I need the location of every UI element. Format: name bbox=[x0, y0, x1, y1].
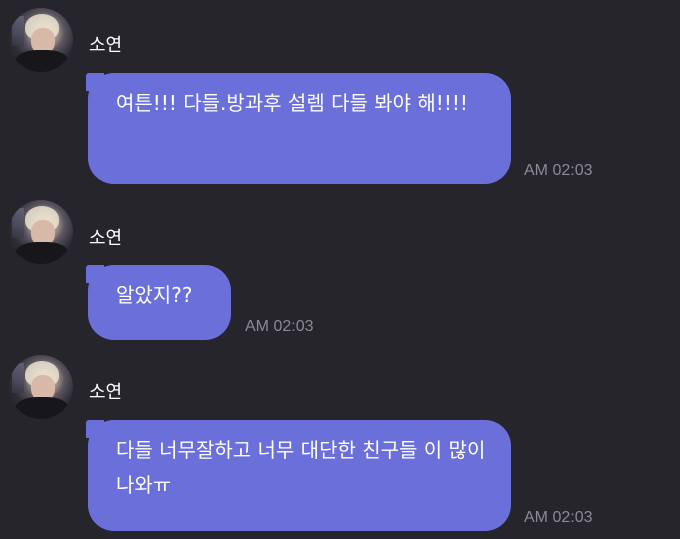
avatar[interactable] bbox=[9, 8, 73, 72]
avatar[interactable] bbox=[9, 200, 73, 264]
sender-name: 소연 bbox=[89, 228, 123, 249]
message-bubble[interactable]: 다들 너무잘하고 너무 대단한 친구들 이 많이나와ㅠ bbox=[86, 420, 511, 531]
message-bubble[interactable]: 여튼!!! 다들.방과후 설렘 다들 봐야 해!!!! bbox=[86, 73, 511, 184]
sender-name: 소연 bbox=[89, 382, 123, 403]
message-timestamp: AM 02:03 bbox=[524, 509, 593, 526]
message-text: 여튼!!! 다들.방과후 설렘 다들 봐야 해!!!! bbox=[116, 91, 468, 115]
message-text: 다들 너무잘하고 너무 대단한 친구들 이 많이나와ㅠ bbox=[116, 438, 486, 497]
message-timestamp: AM 02:03 bbox=[524, 162, 593, 179]
sender-name: 소연 bbox=[89, 35, 123, 56]
message-bubble[interactable]: 알았지?? bbox=[86, 265, 231, 340]
avatar[interactable] bbox=[9, 355, 73, 419]
message-text: 알았지?? bbox=[116, 283, 193, 307]
message-timestamp: AM 02:03 bbox=[245, 318, 314, 335]
